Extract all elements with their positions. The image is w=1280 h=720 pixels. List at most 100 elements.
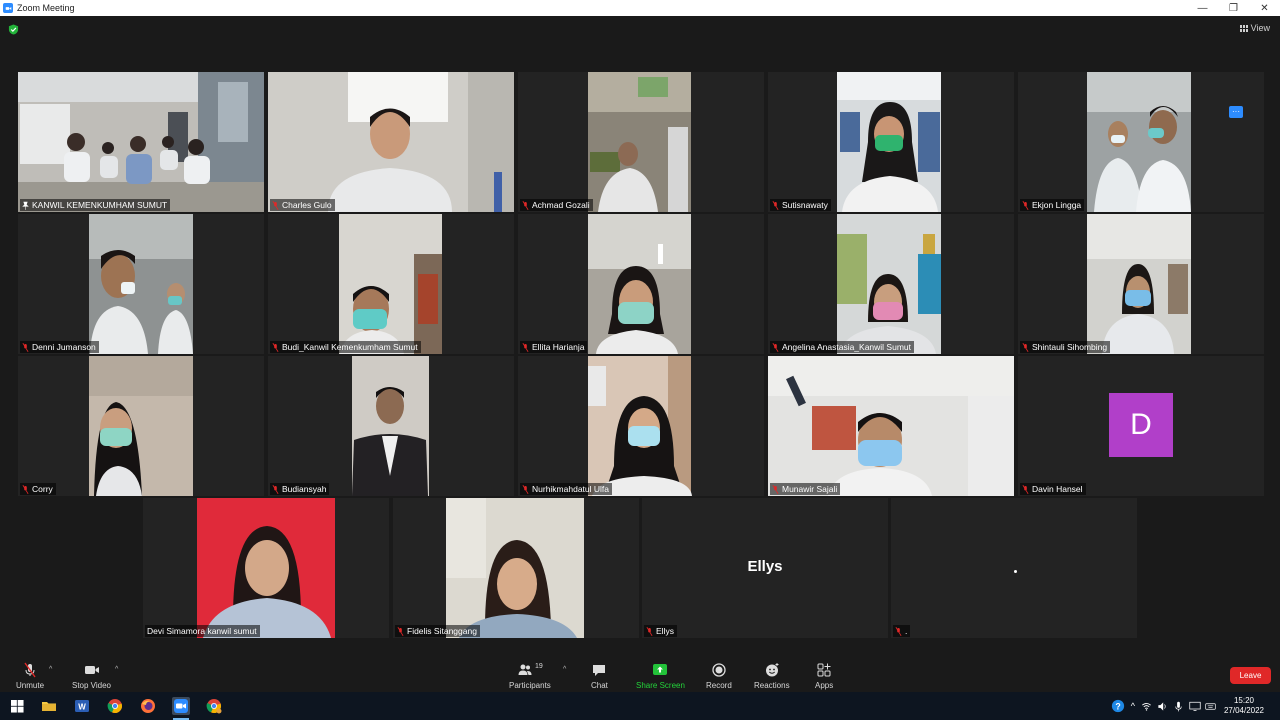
leave-button[interactable]: Leave	[1230, 667, 1271, 684]
participant-name-label: Angelina Anastasia_Kanwil Sumut	[770, 341, 914, 353]
participant-name: Fidelis Sitanggang	[407, 626, 477, 636]
pin-icon	[22, 201, 29, 210]
unmute-button[interactable]: Unmute	[16, 660, 44, 690]
video-tile[interactable]: KANWIL KEMENKUMHAM SUMUT	[18, 72, 264, 212]
video-tile[interactable]: Ellita Harianja	[518, 214, 764, 354]
gallery-view: KANWIL KEMENKUMHAM SUMUT Charles Gulo Ac…	[0, 42, 1280, 660]
video-tile[interactable]: Munawir Sajali	[768, 356, 1014, 496]
video-feed	[18, 214, 264, 354]
encryption-shield-icon[interactable]	[8, 24, 19, 35]
video-camera-icon	[84, 666, 99, 674]
video-feed	[393, 498, 639, 638]
video-feed	[268, 214, 514, 354]
reactions-button[interactable]: Reactions	[754, 660, 790, 690]
smiley-icon	[765, 663, 779, 677]
audio-options-chevron-icon[interactable]: ^	[49, 666, 52, 673]
apps-button[interactable]: Apps	[815, 660, 833, 690]
participant-name-label: Davin Hansel	[1020, 483, 1086, 495]
participant-name-label: Budiansyah	[270, 483, 330, 495]
muted-mic-icon	[272, 200, 279, 210]
video-tile[interactable]: Charles Gulo	[268, 72, 514, 212]
apps-label: Apps	[815, 681, 834, 690]
window-title: Zoom Meeting	[17, 3, 75, 13]
chrome-icon[interactable]	[106, 697, 124, 715]
restore-button[interactable]: ❐	[1218, 0, 1249, 16]
video-tile[interactable]: Angelina Anastasia_Kanwil Sumut	[768, 214, 1014, 354]
clock-date: 27/04/2022	[1223, 706, 1264, 715]
participants-count-badge: 19	[535, 663, 543, 670]
participant-avatar: D	[1109, 393, 1173, 457]
muted-mic-icon	[272, 342, 279, 352]
minimize-button[interactable]: —	[1187, 0, 1218, 16]
participant-name-label: Devi Simamora kanwil sumut	[145, 625, 260, 637]
video-tile[interactable]: Budi_Kanwil Kemenkumham Sumut	[268, 214, 514, 354]
record-label: Record	[706, 681, 732, 690]
view-label: View	[1250, 23, 1270, 33]
stop-video-button[interactable]: Stop Video	[72, 660, 111, 690]
video-tile[interactable]: Sutisnawaty	[768, 72, 1014, 212]
participant-name: Shintauli Sihombing	[1032, 342, 1108, 352]
video-tile[interactable]: Ekjon Lingga ···	[1018, 72, 1264, 212]
participant-name: Denni Jumanson	[32, 342, 96, 352]
more-options-button[interactable]: ···	[1229, 106, 1243, 118]
display-icon[interactable]	[1189, 700, 1201, 712]
video-tile[interactable]: D Davin Hansel	[1018, 356, 1264, 496]
video-feed	[518, 72, 764, 212]
wifi-icon[interactable]	[1141, 701, 1152, 712]
tray-expand-chevron-icon[interactable]: ^	[1131, 701, 1135, 711]
speaker-icon[interactable]	[1157, 701, 1168, 712]
share-screen-button[interactable]: Share Screen	[636, 660, 685, 690]
video-options-chevron-icon[interactable]: ^	[115, 666, 118, 673]
microphone-icon[interactable]	[1173, 701, 1184, 712]
participant-name: Achmad Gozali	[532, 200, 590, 210]
participant-name-label: Achmad Gozali	[520, 199, 593, 211]
zoom-taskbar-icon[interactable]	[172, 697, 190, 720]
video-tile[interactable]: Corry	[18, 356, 264, 496]
view-button[interactable]: View	[1239, 23, 1270, 33]
participant-name-label: Charles Gulo	[270, 199, 335, 211]
participant-name: Davin Hansel	[1032, 484, 1083, 494]
muted-mic-icon	[1022, 484, 1029, 494]
participants-options-chevron-icon[interactable]: ^	[563, 666, 566, 673]
muted-mic-icon	[646, 626, 653, 636]
keyboard-icon[interactable]	[1205, 701, 1216, 712]
firefox-icon[interactable]	[139, 697, 157, 715]
participant-name: Nurhikmahdatul Ulfa	[532, 484, 610, 494]
muted-mic-icon	[772, 342, 779, 352]
video-tile[interactable]: Denni Jumanson	[18, 214, 264, 354]
video-tile[interactable]: Ellys Ellys	[642, 498, 888, 638]
muted-mic-icon	[895, 626, 902, 636]
participant-name: Angelina Anastasia_Kanwil Sumut	[782, 342, 911, 352]
participant-display-name	[1014, 570, 1017, 573]
participants-button[interactable]: 19 Participants	[509, 660, 551, 690]
video-tile[interactable]: Devi Simamora kanwil sumut	[143, 498, 389, 638]
participant-name-label: Fidelis Sitanggang	[395, 625, 480, 637]
help-icon[interactable]: ?	[1111, 699, 1125, 713]
chat-bubble-icon	[593, 665, 606, 676]
share-screen-label: Share Screen	[636, 681, 685, 690]
file-explorer-icon[interactable]	[40, 697, 58, 715]
close-button[interactable]: ✕	[1249, 0, 1280, 16]
windows-start-icon[interactable]	[8, 697, 26, 715]
chrome-profile-icon[interactable]	[205, 697, 223, 715]
video-tile[interactable]: Achmad Gozali	[518, 72, 764, 212]
muted-mic-icon	[772, 484, 779, 494]
participant-name: .	[905, 626, 908, 636]
muted-mic-icon	[1022, 200, 1029, 210]
word-icon[interactable]: W	[73, 697, 91, 715]
participant-name: Corry	[32, 484, 53, 494]
taskbar-clock[interactable]: 15:20 27/04/2022	[1224, 696, 1264, 716]
video-tile[interactable]: Fidelis Sitanggang	[393, 498, 639, 638]
record-button[interactable]: Record	[706, 660, 732, 690]
muted-mic-icon	[272, 484, 279, 494]
muted-mic-icon	[22, 484, 29, 494]
video-tile[interactable]: .	[891, 498, 1137, 638]
meeting-toolbar: Unmute ^ Stop Video ^ 19 Participants ^ …	[0, 660, 1280, 692]
share-screen-icon	[653, 664, 668, 675]
video-tile[interactable]: Budiansyah	[268, 356, 514, 496]
participant-name-label: Denni Jumanson	[20, 341, 99, 353]
video-tile[interactable]: Shintauli Sihombing	[1018, 214, 1264, 354]
chat-button[interactable]: Chat	[591, 660, 608, 690]
participant-name-label: Ellita Harianja	[520, 341, 588, 353]
video-tile[interactable]: Nurhikmahdatul Ulfa	[518, 356, 764, 496]
